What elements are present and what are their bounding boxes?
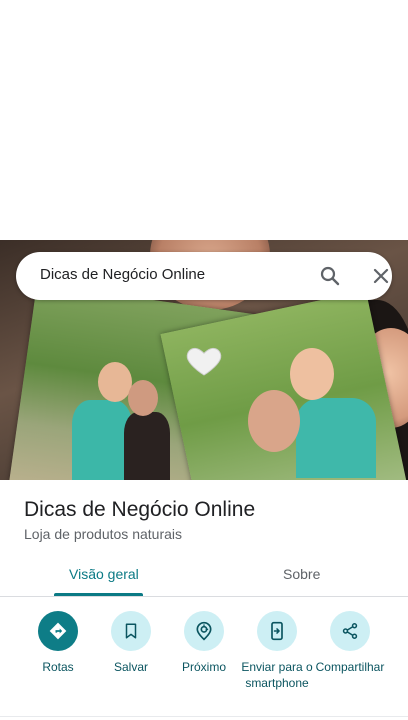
nearby-button-circle[interactable]	[184, 611, 224, 651]
share-icon	[342, 623, 358, 639]
tab-overview[interactable]: Visão geral	[69, 566, 139, 582]
nearby-button[interactable]: Próximo	[164, 611, 244, 675]
tab-about[interactable]: Sobre	[283, 566, 320, 582]
save-label: Salvar	[113, 660, 148, 674]
directions-icon	[49, 622, 67, 640]
save-button[interactable]: Salvar	[91, 611, 171, 675]
photo-person	[124, 412, 170, 480]
directions-button-circle[interactable]	[38, 611, 78, 651]
tab-bar: Visão geral Sobre	[0, 556, 408, 597]
photo-person	[296, 398, 376, 478]
photo-person-head	[98, 362, 132, 402]
directions-label: Rotas	[42, 660, 74, 674]
nearby-icon	[196, 621, 212, 641]
send-to-phone-icon	[271, 621, 283, 641]
share-label: Compartilhar	[315, 660, 385, 674]
blank-map-area	[0, 0, 408, 240]
share-button[interactable]: Compartilhar	[310, 611, 390, 675]
search-icon[interactable]	[318, 264, 342, 288]
directions-button[interactable]: Rotas	[18, 611, 98, 675]
heart-icon	[186, 347, 222, 376]
send-to-phone-button-circle[interactable]	[257, 611, 297, 651]
nearby-label: Próximo	[181, 660, 226, 674]
place-category: Loja de produtos naturais	[24, 526, 182, 542]
save-button-circle[interactable]	[111, 611, 151, 651]
photo-person	[72, 400, 132, 480]
photo-person-head	[290, 348, 334, 400]
search-input[interactable]: Dicas de Negócio Online	[40, 266, 205, 283]
close-icon[interactable]	[369, 264, 393, 288]
action-bar: Rotas Salvar Próximo Enviar para o smart…	[0, 598, 408, 720]
bookmark-icon	[125, 623, 137, 639]
share-button-circle[interactable]	[330, 611, 370, 651]
active-tab-indicator	[54, 593, 143, 596]
send-to-phone-button[interactable]: Enviar para o smartphone	[237, 611, 317, 691]
send-to-phone-label: Enviar para o smartphone	[241, 660, 313, 690]
place-title: Dicas de Negócio Online	[24, 498, 256, 521]
photo-person-head	[128, 380, 158, 416]
search-bar[interactable]: Dicas de Negócio Online	[16, 252, 392, 300]
photo-person-head	[248, 390, 300, 452]
divider	[0, 716, 408, 717]
